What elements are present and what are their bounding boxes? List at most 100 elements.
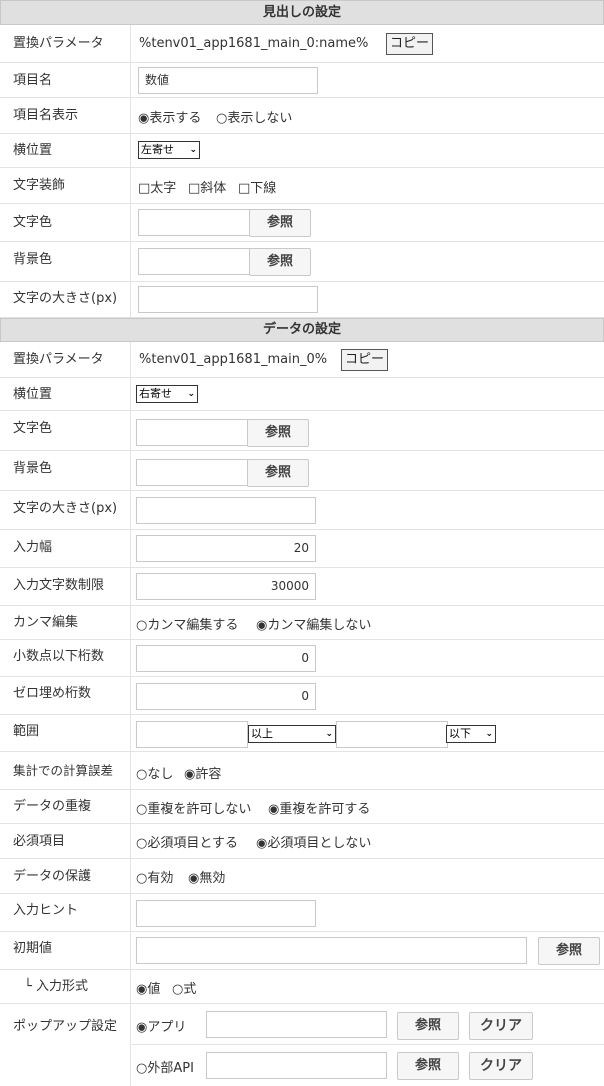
chevron-down-icon: ⌄ [187, 389, 195, 399]
popup-app-input[interactable] [206, 1011, 387, 1038]
data-zero-row: ゼロ埋め桁数 0 [0, 677, 604, 715]
data-dup-label: データの重複 [0, 790, 131, 823]
dup-allow-radio[interactable]: ◉重複を許可する [268, 798, 370, 817]
popup-api-ref-button[interactable]: 参照 [397, 1052, 459, 1080]
comma-off-radio[interactable]: ◉カンマ編集しない [256, 614, 371, 633]
display-show-radio[interactable]: ◉表示する [138, 107, 201, 126]
heading-deco-label: 文字装飾 [0, 168, 131, 203]
data-bg-row: 背景色 参照 [0, 451, 604, 491]
data-maxlen-row: 入力文字数制限 30000 [0, 568, 604, 606]
popup-app-radio[interactable]: ◉アプリ [136, 1016, 186, 1035]
data-param-value: %tenv01_app1681_main_0% [139, 352, 328, 367]
data-align-label: 横位置 [0, 378, 131, 410]
format-expr-radio[interactable]: ○式 [172, 978, 196, 997]
data-maxlen-label: 入力文字数制限 [0, 568, 131, 605]
heading-itemname-row: 項目名 数値 [0, 63, 604, 98]
heading-itemname-label: 項目名 [0, 63, 131, 97]
heading-color-row: 文字色 参照 [0, 204, 604, 242]
deco-underline-checkbox[interactable]: □下線 [238, 177, 276, 196]
popup-app-ref-button[interactable]: 参照 [397, 1012, 459, 1040]
heading-display-row: 項目名表示 ◉表示する ○表示しない [0, 98, 604, 134]
heading-align-select[interactable]: 左寄せ ⌄ [138, 141, 200, 159]
range-max-input[interactable] [336, 721, 448, 748]
format-value-radio[interactable]: ◉値 [136, 978, 160, 997]
data-init-row: 初期値 参照 [0, 932, 604, 970]
heading-align-select-value: 左寄せ [141, 143, 174, 156]
data-protect-row: データの保護 ○有効 ◉無効 [0, 859, 604, 894]
heading-bg-label: 背景色 [0, 242, 131, 281]
data-init-label: 初期値 [0, 932, 131, 969]
popup-api-input[interactable] [206, 1052, 387, 1079]
range-min-input[interactable] [136, 721, 248, 748]
input-maxlen-field[interactable]: 30000 [136, 573, 316, 600]
heading-bg-input[interactable] [138, 248, 250, 275]
chevron-down-icon: ⌄ [485, 729, 493, 739]
heading-bg-row: 背景色 参照 [0, 242, 604, 282]
data-calc-row: 集計での計算誤差 ○なし ◉許容 [0, 752, 604, 790]
data-popup-row: ポップアップ設定 ◉アプリ 参照 クリア ○外部API 参照 クリア [0, 1004, 604, 1086]
heading-size-input[interactable] [138, 286, 318, 313]
protect-off-radio[interactable]: ◉無効 [188, 867, 225, 886]
heading-size-row: 文字の大きさ(px) [0, 282, 604, 318]
heading-param-value: %tenv01_app1681_main_0:name% [139, 36, 369, 51]
data-comma-row: カンマ編集 ○カンマ編集する ◉カンマ編集しない [0, 606, 604, 640]
popup-app-clear-button[interactable]: クリア [469, 1012, 533, 1040]
range-min-select[interactable]: 以上 ⌄ [248, 725, 336, 743]
input-hint-field[interactable] [136, 900, 316, 927]
calc-allow-radio[interactable]: ◉許容 [184, 763, 221, 782]
req-off-radio[interactable]: ◉必須項目としない [256, 832, 371, 851]
deco-bold-checkbox[interactable]: □太字 [138, 177, 176, 196]
data-decimal-label: 小数点以下桁数 [0, 640, 131, 676]
data-param-label: 置換パラメータ [0, 342, 131, 377]
initial-value-ref-button[interactable]: 参照 [538, 937, 600, 965]
data-format-row: └ 入力形式 ◉値 ○式 [0, 970, 604, 1004]
data-zero-label: ゼロ埋め桁数 [0, 677, 131, 714]
heading-color-input[interactable] [138, 209, 250, 236]
decimal-digits-field[interactable]: 0 [136, 645, 316, 672]
data-color-row: 文字色 参照 [0, 411, 604, 451]
data-bg-ref-button[interactable]: 参照 [247, 459, 309, 487]
data-req-row: 必須項目 ○必須項目とする ◉必須項目としない [0, 824, 604, 859]
deco-italic-checkbox[interactable]: □斜体 [188, 177, 226, 196]
req-on-radio[interactable]: ○必須項目とする [136, 832, 238, 851]
zero-pad-field[interactable]: 0 [136, 683, 316, 710]
heading-bg-ref-button[interactable]: 参照 [249, 248, 311, 276]
data-range-label: 範囲 [0, 715, 131, 751]
heading-copy-button[interactable]: コピー [386, 33, 434, 55]
protect-on-radio[interactable]: ○有効 [136, 867, 173, 886]
data-comma-label: カンマ編集 [0, 606, 131, 639]
comma-on-radio[interactable]: ○カンマ編集する [136, 614, 238, 633]
calc-none-radio[interactable]: ○なし [136, 763, 173, 782]
data-hint-label: 入力ヒント [0, 894, 131, 931]
data-hint-row: 入力ヒント [0, 894, 604, 932]
heading-color-label: 文字色 [0, 204, 131, 241]
data-size-input[interactable] [136, 497, 316, 524]
data-bg-input[interactable] [136, 459, 248, 486]
heading-deco-row: 文字装飾 □太字 □斜体 □下線 [0, 168, 604, 204]
data-range-row: 範囲 以上 ⌄ 以下 ⌄ [0, 715, 604, 752]
initial-value-input[interactable] [136, 937, 527, 964]
range-max-select[interactable]: 以下 ⌄ [446, 725, 496, 743]
popup-api-radio[interactable]: ○外部API [136, 1057, 194, 1076]
dup-deny-radio[interactable]: ○重複を許可しない [136, 798, 251, 817]
heading-size-label: 文字の大きさ(px) [0, 282, 131, 317]
popup-api-clear-button[interactable]: クリア [469, 1052, 533, 1080]
data-decimal-row: 小数点以下桁数 0 [0, 640, 604, 677]
heading-color-ref-button[interactable]: 参照 [249, 209, 311, 237]
data-width-row: 入力幅 20 [0, 530, 604, 568]
data-dup-row: データの重複 ○重複を許可しない ◉重複を許可する [0, 790, 604, 824]
display-hide-radio[interactable]: ○表示しない [216, 107, 292, 126]
data-color-label: 文字色 [0, 411, 131, 450]
heading-align-label: 横位置 [0, 134, 131, 167]
data-align-select[interactable]: 右寄せ ⌄ [136, 385, 198, 403]
item-name-input[interactable]: 数値 [138, 67, 318, 94]
data-protect-label: データの保護 [0, 859, 131, 893]
input-width-field[interactable]: 20 [136, 535, 316, 562]
data-req-label: 必須項目 [0, 824, 131, 858]
data-param-row: 置換パラメータ %tenv01_app1681_main_0% コピー [0, 342, 604, 378]
data-color-ref-button[interactable]: 参照 [247, 419, 309, 447]
data-color-input[interactable] [136, 419, 248, 446]
data-format-label: └ 入力形式 [0, 970, 131, 1003]
heading-section-title: 見出しの設定 [0, 0, 604, 25]
data-copy-button[interactable]: コピー [341, 349, 389, 371]
